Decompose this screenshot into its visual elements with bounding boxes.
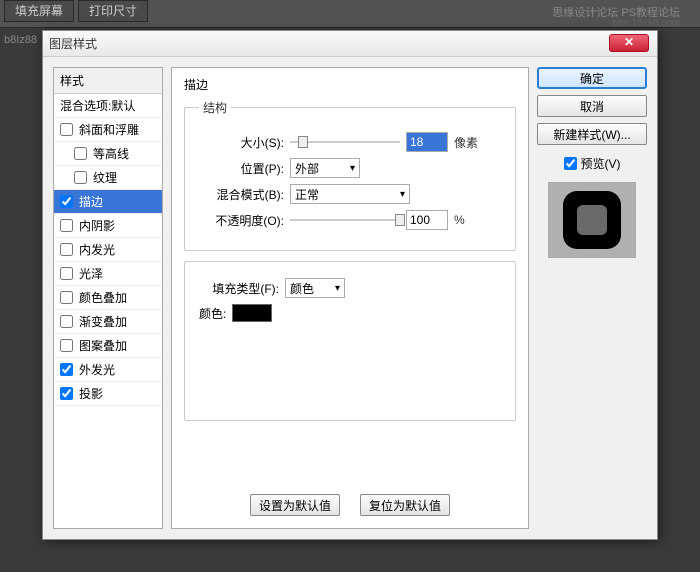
style-item-10[interactable]: 外发光 — [54, 358, 162, 382]
style-item-label: 外发光 — [79, 361, 115, 378]
ok-button[interactable]: 确定 — [537, 67, 647, 89]
blend-options-row[interactable]: 混合选项:默认 — [54, 94, 162, 118]
opacity-label: 不透明度(O): — [199, 212, 284, 229]
style-item-checkbox[interactable] — [60, 267, 73, 280]
preview-thumbnail — [548, 182, 636, 258]
style-item-8[interactable]: 渐变叠加 — [54, 310, 162, 334]
color-swatch[interactable] — [232, 304, 272, 322]
opacity-input[interactable] — [406, 210, 448, 230]
style-item-label: 颜色叠加 — [79, 289, 127, 306]
set-default-button[interactable]: 设置为默认值 — [250, 494, 340, 516]
new-style-button[interactable]: 新建样式(W)... — [537, 123, 647, 145]
style-item-11[interactable]: 投影 — [54, 382, 162, 406]
style-item-label: 光泽 — [79, 265, 103, 282]
opacity-slider[interactable] — [290, 212, 400, 228]
size-label: 大小(S): — [199, 134, 284, 151]
close-icon: ✕ — [624, 35, 634, 49]
preview-checkbox[interactable] — [564, 157, 577, 170]
style-item-checkbox[interactable] — [60, 243, 73, 256]
opacity-unit: % — [454, 213, 465, 227]
style-item-label: 描边 — [79, 193, 103, 210]
style-item-7[interactable]: 颜色叠加 — [54, 286, 162, 310]
right-column: 确定 取消 新建样式(W)... 预览(V) — [537, 67, 647, 529]
blend-mode-label: 混合模式(B): — [199, 186, 284, 203]
close-button[interactable]: ✕ — [609, 34, 649, 52]
style-item-9[interactable]: 图案叠加 — [54, 334, 162, 358]
filltype-label: 填充类型(F): — [199, 280, 279, 297]
app-toolbar: 填充屏幕 打印尺寸 思缘设计论坛 PS教程论坛 bbs.16xx8.com — [0, 0, 700, 28]
style-item-2[interactable]: 纹理 — [54, 166, 162, 190]
fill-screen-button[interactable]: 填充屏幕 — [4, 0, 74, 22]
style-item-checkbox[interactable] — [60, 219, 73, 232]
style-item-label: 图案叠加 — [79, 337, 127, 354]
filltype-select[interactable]: 颜色 — [285, 278, 345, 298]
style-item-label: 纹理 — [93, 169, 117, 186]
style-item-label: 等高线 — [93, 145, 129, 162]
style-item-checkbox[interactable] — [60, 195, 73, 208]
style-list: 样式 混合选项:默认 斜面和浮雕等高线纹理描边内阴影内发光光泽颜色叠加渐变叠加图… — [53, 67, 163, 529]
style-item-checkbox[interactable] — [60, 291, 73, 304]
style-item-6[interactable]: 光泽 — [54, 262, 162, 286]
bg-tab-text: b8Iz88 — [0, 30, 42, 50]
style-item-checkbox[interactable] — [74, 147, 87, 160]
layer-style-dialog: 图层样式 ✕ 样式 混合选项:默认 斜面和浮雕等高线纹理描边内阴影内发光光泽颜色… — [42, 30, 658, 540]
blend-mode-select[interactable]: 正常 — [290, 184, 410, 204]
style-list-header: 样式 — [54, 68, 162, 94]
fill-fieldset: 填充类型(F): 颜色 颜色: — [184, 261, 516, 421]
style-item-checkbox[interactable] — [60, 315, 73, 328]
color-label: 颜色: — [199, 305, 226, 322]
reset-default-button[interactable]: 复位为默认值 — [360, 494, 450, 516]
style-item-label: 内发光 — [79, 241, 115, 258]
style-item-1[interactable]: 等高线 — [54, 142, 162, 166]
position-select[interactable]: 外部 — [290, 158, 360, 178]
style-item-label: 斜面和浮雕 — [79, 121, 139, 138]
cancel-button[interactable]: 取消 — [537, 95, 647, 117]
style-item-checkbox[interactable] — [60, 363, 73, 376]
size-slider[interactable] — [290, 134, 400, 150]
style-item-label: 内阴影 — [79, 217, 115, 234]
size-unit: 像素 — [454, 134, 478, 151]
style-item-label: 投影 — [79, 385, 103, 402]
style-item-4[interactable]: 内阴影 — [54, 214, 162, 238]
structure-fieldset: 结构 大小(S): 像素 位置(P): 外部 混合模式(B): 正常 不透明度(… — [184, 99, 516, 251]
watermark-url: bbs.16xx8.com — [613, 18, 680, 29]
style-item-5[interactable]: 内发光 — [54, 238, 162, 262]
print-size-button[interactable]: 打印尺寸 — [78, 0, 148, 22]
preview-label: 预览(V) — [581, 155, 621, 172]
style-item-checkbox[interactable] — [60, 339, 73, 352]
style-item-3[interactable]: 描边 — [54, 190, 162, 214]
style-item-checkbox[interactable] — [60, 387, 73, 400]
style-item-checkbox[interactable] — [74, 171, 87, 184]
style-item-label: 渐变叠加 — [79, 313, 127, 330]
size-input[interactable] — [406, 132, 448, 152]
preview-shape — [563, 191, 621, 249]
dialog-titlebar[interactable]: 图层样式 ✕ — [43, 31, 657, 57]
style-item-0[interactable]: 斜面和浮雕 — [54, 118, 162, 142]
preview-checkbox-row[interactable]: 预览(V) — [537, 155, 647, 172]
position-label: 位置(P): — [199, 160, 284, 177]
stroke-panel: 描边 结构 大小(S): 像素 位置(P): 外部 混合模式(B): 正常 — [171, 67, 529, 529]
structure-legend: 结构 — [199, 99, 231, 116]
dialog-title: 图层样式 — [49, 35, 97, 52]
style-item-checkbox[interactable] — [60, 123, 73, 136]
panel-title: 描边 — [184, 76, 516, 93]
